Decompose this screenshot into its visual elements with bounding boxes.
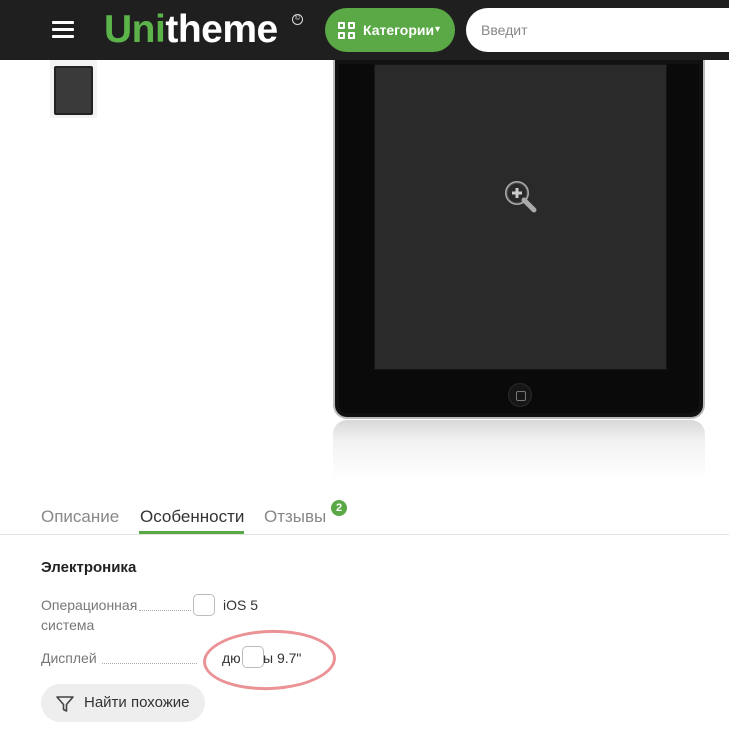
filter-icon: [56, 696, 74, 712]
zoom-in-icon[interactable]: [502, 178, 538, 214]
reviews-count-badge: 2: [331, 500, 347, 516]
product-image-reflection: [333, 420, 705, 480]
find-similar-label: Найти похожие: [84, 694, 190, 711]
tab-description[interactable]: Описание: [41, 507, 119, 527]
spec-leader-dots: [102, 663, 197, 664]
categories-button[interactable]: Категории ▾: [325, 8, 455, 52]
spec-value: iOS 5: [223, 597, 259, 613]
search-input[interactable]: [466, 8, 729, 52]
spec-name-line2: система: [41, 617, 95, 633]
header: Unitheme © Категории ▾: [0, 0, 729, 60]
grid-icon: [338, 22, 355, 39]
categories-label: Категории: [363, 22, 435, 38]
product-thumbnail[interactable]: [50, 60, 97, 118]
spec-name-line1: Операционная: [41, 597, 138, 613]
logo[interactable]: Unitheme: [104, 7, 278, 53]
tablet-screen: [374, 64, 667, 370]
find-similar-button[interactable]: Найти похожие: [41, 684, 205, 722]
spec-name: Дисплей: [41, 650, 97, 666]
tablet-thumbnail-image: [54, 66, 93, 115]
annotation-circle: [201, 627, 338, 693]
product-image[interactable]: [333, 60, 705, 419]
logo-mark: ©: [292, 14, 303, 25]
chevron-down-icon: ▾: [435, 24, 441, 35]
spec-leader-dots: [139, 610, 191, 611]
active-tab-underline: [139, 531, 244, 534]
menu-icon[interactable]: [52, 21, 74, 39]
logo-uni: Uni: [104, 8, 166, 51]
spec-info-button[interactable]: [193, 594, 215, 616]
logo-theme: theme: [165, 8, 278, 51]
tablet-home-button: [508, 383, 532, 407]
tab-features[interactable]: Особенности: [140, 507, 244, 527]
spec-section-title: Электроника: [41, 559, 137, 576]
tab-reviews[interactable]: Отзывы: [264, 507, 326, 527]
product-tabs: Описание Особенности Отзывы 2: [0, 500, 729, 535]
